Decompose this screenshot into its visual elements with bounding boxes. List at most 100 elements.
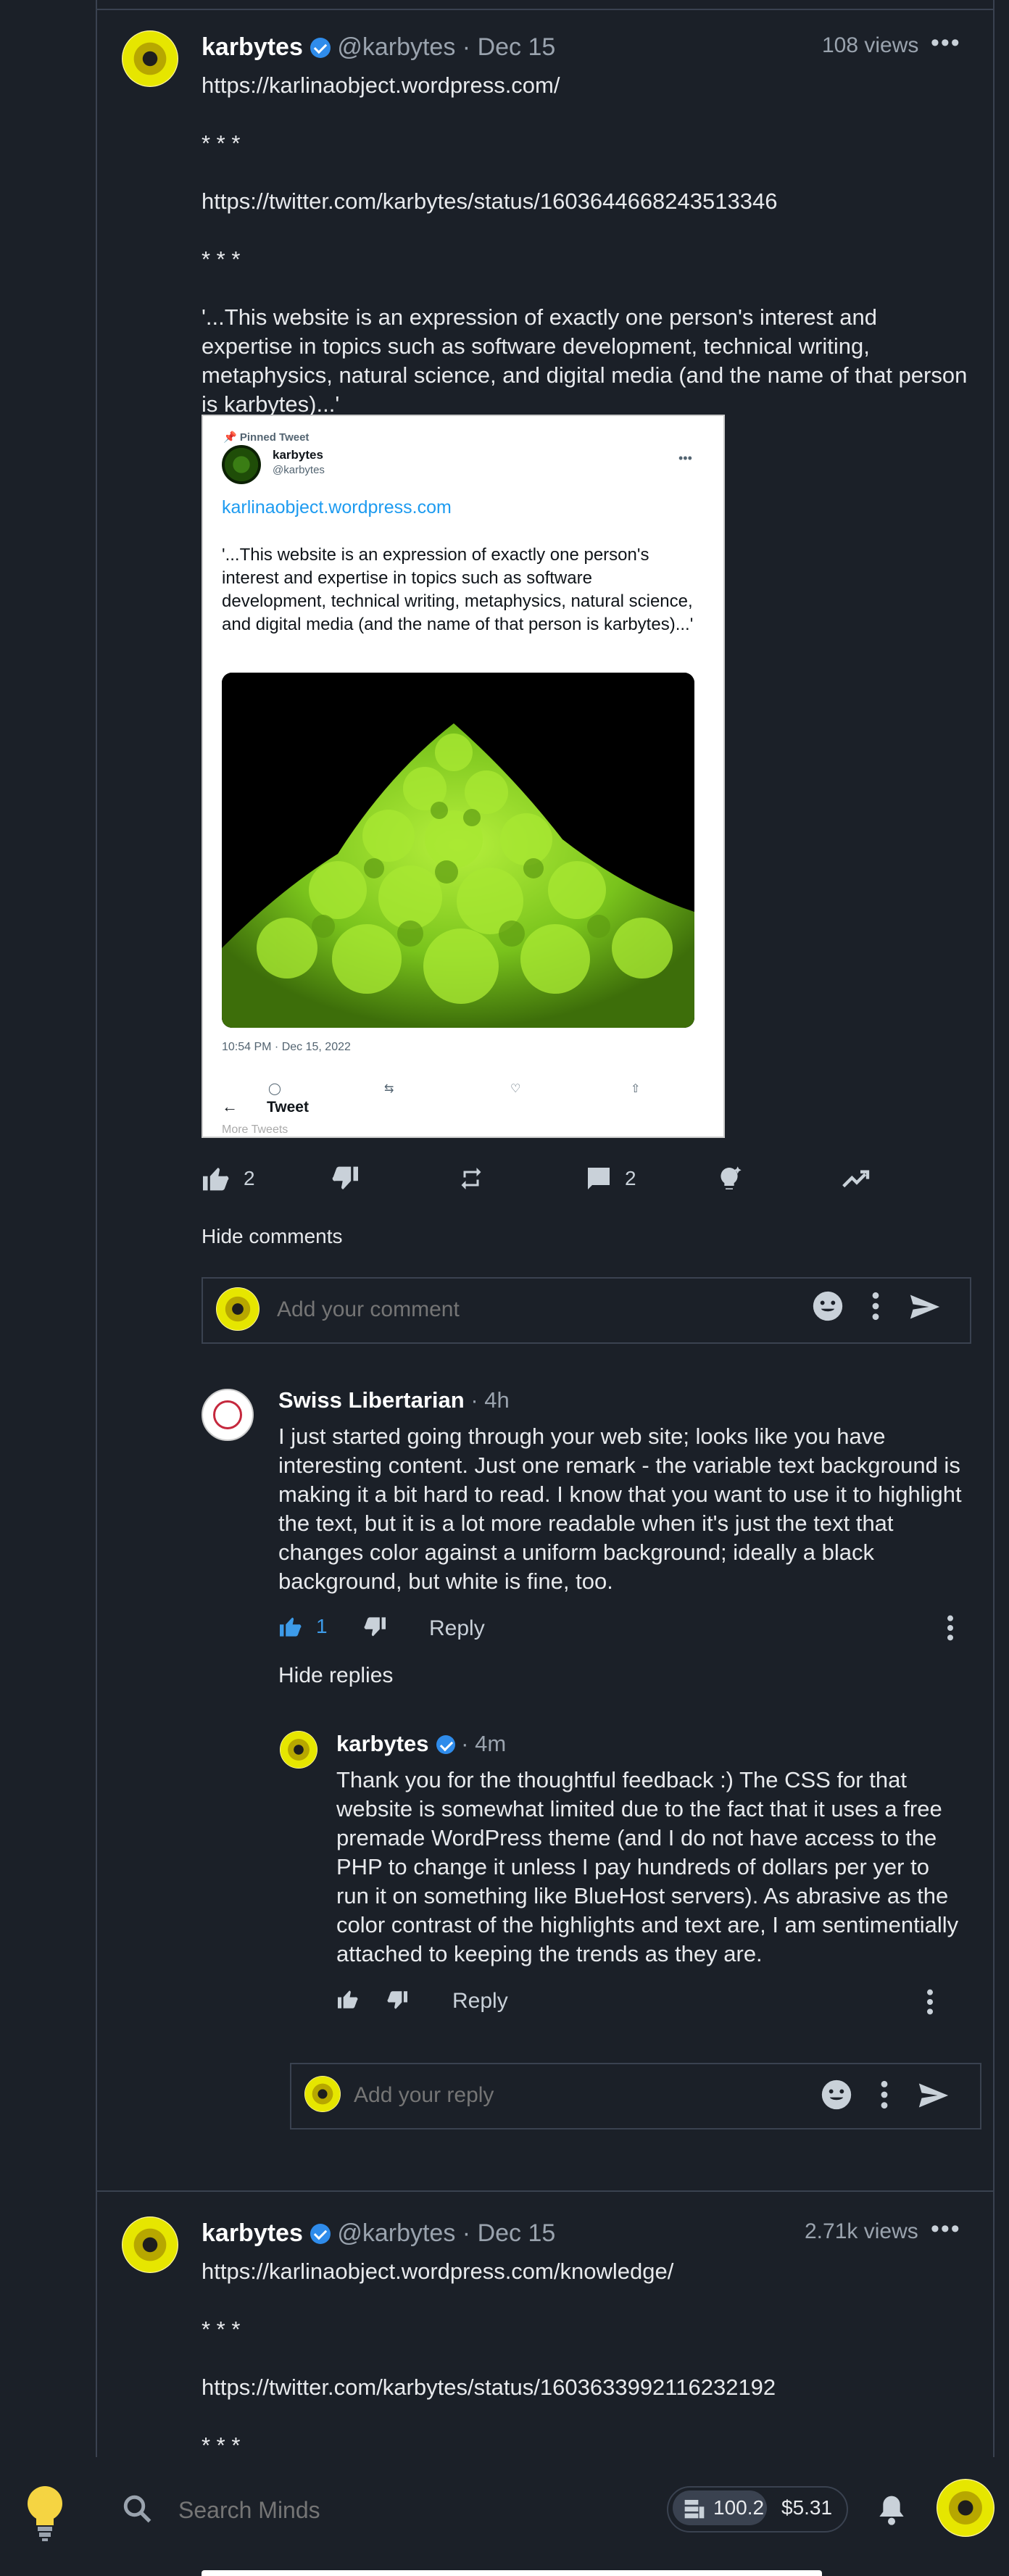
scroll-indicator	[202, 2570, 822, 2576]
reply-downvote-button[interactable]	[386, 1990, 409, 2011]
boost-button[interactable]	[715, 1164, 744, 1193]
romanesco-broccoli-image	[222, 673, 694, 1028]
post-body: '...This website is an expression of exa…	[202, 304, 968, 417]
embed-reply-icon: ◯	[268, 1083, 281, 1095]
comment-count: 2	[625, 1167, 636, 1189]
post-menu-icon[interactable]: •••	[931, 2215, 961, 2243]
embed-avatar	[222, 445, 261, 484]
embed-menu-icon: •••	[678, 451, 692, 465]
comment-upvote-button[interactable]: 1	[278, 1615, 328, 1638]
trending-button[interactable]	[842, 1167, 871, 1189]
bell-icon[interactable]	[877, 2493, 906, 2529]
author-name[interactable]: karbytes	[202, 2219, 303, 2247]
kebab-icon[interactable]	[870, 1290, 881, 1329]
post-date-separator: ·	[462, 33, 471, 61]
emoji-icon[interactable]	[812, 1290, 844, 1329]
embed-body: '...This website is an expression of exa…	[222, 545, 694, 634]
hide-replies-link[interactable]: Hide replies	[278, 1661, 393, 1690]
author-handle[interactable]: @karbytes	[337, 33, 455, 61]
commenter-name[interactable]: Swiss Libertarian	[278, 1387, 465, 1413]
send-icon[interactable]	[909, 1293, 941, 1327]
thumbs-down-icon	[364, 1617, 386, 1637]
reply-header: karbytes · 4m	[336, 1731, 506, 1757]
view-count: 108 views	[822, 33, 919, 57]
comment-body: I just started going through your web si…	[278, 1424, 962, 1594]
embed-link: karlinaobject.wordpress.com	[222, 497, 452, 518]
reply-body: Thank you for the thoughtful feedback :)…	[336, 1767, 959, 1966]
comment-like-count: 1	[316, 1615, 328, 1637]
author-name[interactable]: karbytes	[202, 33, 303, 61]
current-user-avatar	[216, 1287, 259, 1331]
left-rail	[0, 0, 97, 2576]
lightbulb-icon[interactable]	[25, 2485, 65, 2546]
post-date[interactable]: Dec 15	[478, 33, 556, 61]
post-date-separator: ·	[462, 2219, 471, 2247]
embed-timestamp: 10:54 PM · Dec 15, 2022	[222, 1041, 351, 1053]
tweet-screenshot-image[interactable]: 📌 Pinned Tweet karbytes @karbytes ••• ka…	[202, 415, 725, 1138]
comment-icon	[588, 1168, 610, 1189]
post-menu-icon[interactable]: •••	[931, 29, 961, 57]
boost-icon	[721, 1166, 742, 1189]
comment-reply-button[interactable]: Reply	[429, 1616, 485, 1641]
bottom-bar: 100.2 $5.31	[0, 2457, 1009, 2576]
divider	[97, 2190, 993, 2192]
kebab-icon[interactable]	[879, 2079, 890, 2117]
upvote-count: 2	[244, 1167, 255, 1189]
user-menu-avatar[interactable]	[937, 2479, 995, 2537]
emoji-icon[interactable]	[821, 2079, 852, 2117]
comment-button[interactable]: 2	[586, 1166, 636, 1192]
embed-share-icon: ⇧	[631, 1083, 641, 1095]
thumbs-down-icon	[332, 1166, 358, 1189]
comment-input[interactable]	[275, 1295, 786, 1325]
remind-button[interactable]	[458, 1166, 484, 1192]
reply-input[interactable]	[352, 2080, 805, 2111]
cash-balance: $5.31	[781, 2496, 833, 2519]
comment-downvote-button[interactable]	[362, 1616, 387, 1638]
feed-right-border	[993, 0, 995, 2576]
pin-icon: 📌	[223, 431, 237, 444]
reply-reply-button[interactable]: Reply	[452, 1989, 508, 2014]
token-balance: 100.2	[713, 2496, 765, 2519]
divider	[97, 9, 993, 10]
embed-more-tweets: More Tweets	[222, 1123, 288, 1136]
tokens-icon	[683, 2498, 706, 2523]
separator-text: * * *	[202, 2432, 241, 2458]
reply-upvote-button[interactable]	[336, 1989, 360, 2009]
commenter-avatar[interactable]	[202, 1389, 254, 1441]
reply-time: · 4m	[461, 1731, 507, 1756]
send-icon[interactable]	[918, 2082, 950, 2116]
trending-icon	[842, 1170, 870, 1188]
view-count: 2.71k views	[805, 2219, 918, 2243]
search-input[interactable]	[177, 2493, 615, 2527]
post-link-2[interactable]: https://twitter.com/karbytes/status/1603…	[202, 187, 777, 216]
verified-icon	[310, 38, 331, 58]
thumbs-down-icon	[387, 1991, 407, 2009]
post-date[interactable]: Dec 15	[478, 2219, 556, 2247]
reply-author-name[interactable]: karbytes	[336, 1731, 429, 1756]
embed-header-title: Tweet	[267, 1099, 309, 1115]
pinned-label: 📌 Pinned Tweet	[223, 431, 310, 444]
post-link-2[interactable]: https://twitter.com/karbytes/status/1603…	[202, 2373, 776, 2402]
hide-comments-link[interactable]: Hide comments	[202, 1222, 343, 1251]
upvote-button[interactable]: 2	[202, 1166, 255, 1192]
thumbs-up-icon	[203, 1168, 229, 1191]
downvote-button[interactable]	[331, 1166, 360, 1192]
author-avatar[interactable]	[122, 2216, 178, 2273]
reply-author-avatar[interactable]	[280, 1731, 317, 1769]
author-handle[interactable]: @karbytes	[337, 2219, 455, 2247]
remind-icon	[461, 1168, 481, 1189]
reply-menu-icon[interactable]	[925, 1987, 935, 2023]
author-avatar[interactable]	[122, 30, 178, 87]
separator-text: * * *	[202, 2317, 241, 2342]
embed-retweet-icon: ⇆	[384, 1083, 394, 1095]
post-link-1[interactable]: https://karlinaobject.wordpress.com/know…	[202, 2257, 673, 2286]
search-icon[interactable]	[122, 2493, 152, 2527]
verified-icon	[436, 1735, 455, 1754]
post-link-1[interactable]: https://karlinaobject.wordpress.com/	[202, 71, 560, 100]
current-user-avatar	[304, 2076, 341, 2112]
thumbs-up-icon	[280, 1617, 302, 1637]
verified-icon	[310, 2224, 331, 2244]
embed-author-handle: @karbytes	[273, 464, 325, 476]
thumbs-up-icon	[338, 1990, 358, 2008]
comment-menu-icon[interactable]	[945, 1613, 955, 1649]
